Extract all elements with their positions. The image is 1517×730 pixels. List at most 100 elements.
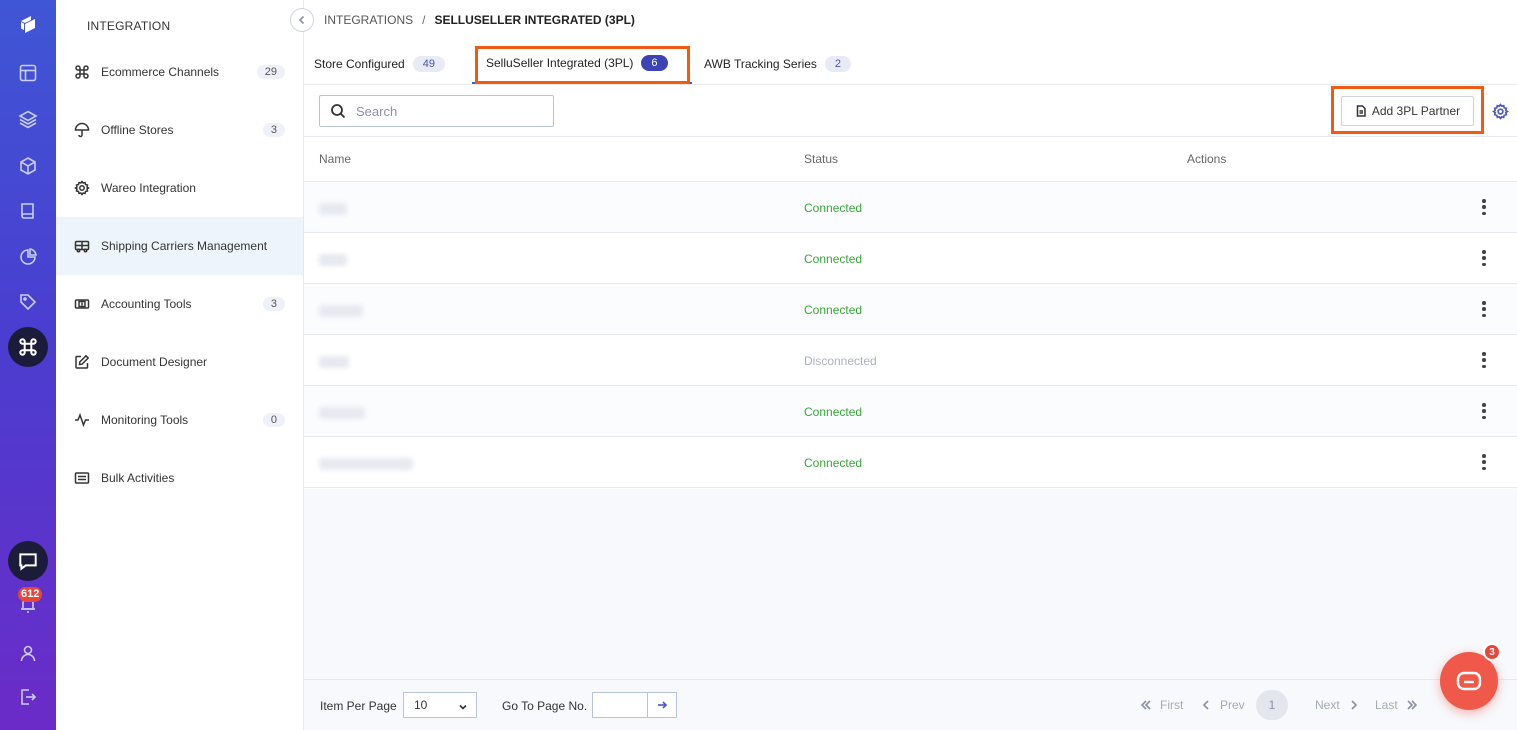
- table-row[interactable]: Disconnected: [304, 335, 1517, 386]
- sidebar-item-offline-stores[interactable]: Offline Stores 3: [56, 101, 303, 159]
- blurred-carrier-name: [319, 250, 559, 266]
- search-icon: [331, 104, 346, 119]
- chevron-left-icon: [298, 15, 305, 25]
- blurred-carrier-name: [319, 352, 559, 368]
- tab-bar: Store Configured 49 SelluSeller Integrat…: [304, 44, 1517, 85]
- sidebar-item-bulk-activities[interactable]: Bulk Activities: [56, 449, 303, 507]
- table-row[interactable]: Connected: [304, 437, 1517, 488]
- pie-chart-icon[interactable]: [0, 243, 56, 271]
- column-header-name: Name: [319, 152, 352, 166]
- table-row[interactable]: Connected: [304, 233, 1517, 284]
- current-page-indicator[interactable]: 1: [1256, 690, 1288, 720]
- column-header-status: Status: [804, 152, 839, 166]
- user-profile-icon[interactable]: [0, 639, 56, 667]
- last-page-button[interactable]: Last: [1375, 698, 1418, 712]
- pagination-footer: Item Per Page 10 Go To Page No. First Pr…: [304, 679, 1517, 730]
- next-page-button[interactable]: Next: [1315, 698, 1360, 712]
- status-text: Disconnected: [804, 354, 877, 368]
- sidebar-item-count: 0: [262, 413, 285, 427]
- chat-unread-badge: 3: [1483, 643, 1501, 661]
- tab-count-badge: 2: [824, 56, 852, 72]
- sidebar-item-ecommerce-channels[interactable]: Ecommerce Channels 29: [56, 43, 303, 101]
- sidebar-item-shipping-carriers-management[interactable]: Shipping Carriers Management: [56, 217, 303, 275]
- sidebar-title: INTEGRATION: [87, 19, 171, 33]
- status-text: Connected: [804, 303, 863, 317]
- blurred-carrier-name: [319, 199, 559, 215]
- tab-store-configured[interactable]: Store Configured 49: [314, 44, 445, 84]
- tab-count-badge: 49: [412, 56, 445, 72]
- double-chevron-left-icon: [1140, 700, 1151, 710]
- go-to-page-label: Go To Page No.: [502, 699, 588, 713]
- list-icon: [73, 469, 91, 487]
- status-text: Connected: [804, 405, 863, 419]
- chat-bubble-icon[interactable]: [8, 541, 48, 581]
- row-actions-kebab-icon[interactable]: [1477, 248, 1491, 268]
- items-per-page-value: 10: [414, 698, 428, 712]
- breadcrumb-current: SELLUSELLER INTEGRATED (3PL): [434, 13, 635, 27]
- items-per-page-select[interactable]: 10: [403, 692, 477, 718]
- logout-icon[interactable]: [0, 683, 56, 711]
- sidebar-item-label: Document Designer: [101, 355, 208, 369]
- first-page-button[interactable]: First: [1140, 698, 1183, 712]
- prev-page-button[interactable]: Prev: [1200, 698, 1245, 712]
- breadcrumb-root-link[interactable]: INTEGRATIONS: [324, 13, 413, 27]
- chevron-right-icon: [1351, 700, 1357, 710]
- next-page-label: Next: [1315, 698, 1340, 712]
- tab-label: AWB Tracking Series: [704, 57, 817, 71]
- layers-icon[interactable]: [0, 105, 56, 133]
- add-3pl-partner-button[interactable]: Add 3PL Partner: [1341, 96, 1474, 126]
- sidebar-item-accounting-tools[interactable]: Accounting Tools 3: [56, 275, 303, 333]
- sidebar-item-monitoring-tools[interactable]: Monitoring Tools 0: [56, 391, 303, 449]
- breadcrumb: INTEGRATIONS / SELLUSELLER INTEGRATED (3PL…: [324, 13, 635, 27]
- tab-label: Store Configured: [314, 57, 405, 71]
- tab-count-badge: 6: [641, 55, 668, 71]
- sidebar-item-label: Wareo Integration: [101, 181, 196, 195]
- blurred-carrier-name: [319, 301, 559, 317]
- search-box[interactable]: [319, 95, 554, 127]
- status-text: Connected: [804, 252, 863, 266]
- cash-icon: [73, 295, 91, 313]
- gear-icon: [73, 179, 91, 197]
- table-row[interactable]: Connected: [304, 182, 1517, 233]
- settings-gear-icon[interactable]: [1492, 103, 1509, 120]
- row-actions-kebab-icon[interactable]: [1477, 299, 1491, 319]
- sidebar-item-count: 3: [262, 123, 285, 137]
- chat-widget-icon: [1456, 671, 1482, 691]
- app-logo-icon[interactable]: [0, 10, 56, 38]
- search-input[interactable]: [356, 103, 536, 119]
- first-page-label: First: [1160, 698, 1184, 712]
- table-header: Name Status Actions: [304, 137, 1517, 182]
- last-page-label: Last: [1375, 698, 1398, 712]
- prev-page-label: Prev: [1220, 698, 1245, 712]
- row-actions-kebab-icon[interactable]: [1477, 350, 1491, 370]
- app-rail: 612: [0, 0, 56, 730]
- dashboard-layout-icon[interactable]: [0, 59, 56, 87]
- tab-label: SelluSeller Integrated (3PL): [486, 56, 634, 70]
- carriers-table: Name Status Actions Connected Connected …: [304, 137, 1517, 488]
- arrow-right-icon: [658, 701, 668, 709]
- status-text: Connected: [804, 456, 863, 470]
- tag-icon[interactable]: [0, 288, 56, 316]
- row-actions-kebab-icon[interactable]: [1477, 401, 1491, 421]
- table-row[interactable]: Connected: [304, 284, 1517, 335]
- book-icon[interactable]: [0, 197, 56, 225]
- sidebar-item-wareo-integration[interactable]: Wareo Integration: [56, 159, 303, 217]
- go-to-page-input[interactable]: [592, 692, 648, 718]
- integration-command-icon[interactable]: [8, 327, 48, 367]
- blurred-carrier-name: [319, 454, 559, 470]
- row-actions-kebab-icon[interactable]: [1477, 197, 1491, 217]
- integration-sidebar: INTEGRATION Ecommerce Channels 29 Offlin…: [56, 0, 314, 730]
- tab-selluseller-integrated-3pl[interactable]: SelluSeller Integrated (3PL) 6: [472, 44, 692, 84]
- go-to-page-button[interactable]: [648, 692, 677, 718]
- table-row[interactable]: Connected: [304, 386, 1517, 437]
- sidebar-collapse-button[interactable]: [290, 8, 314, 32]
- sidebar-item-label: Bulk Activities: [101, 471, 175, 485]
- sidebar-item-document-designer[interactable]: Document Designer: [56, 333, 303, 391]
- add-3pl-partner-label: Add 3PL Partner: [1371, 104, 1461, 118]
- sidebar-item-label: Shipping Carriers Management: [101, 239, 268, 253]
- box-icon[interactable]: [0, 152, 56, 180]
- row-actions-kebab-icon[interactable]: [1477, 452, 1491, 472]
- truck-icon: [73, 237, 91, 255]
- tab-awb-tracking-series[interactable]: AWB Tracking Series 2: [704, 44, 852, 84]
- status-text: Connected: [804, 201, 863, 215]
